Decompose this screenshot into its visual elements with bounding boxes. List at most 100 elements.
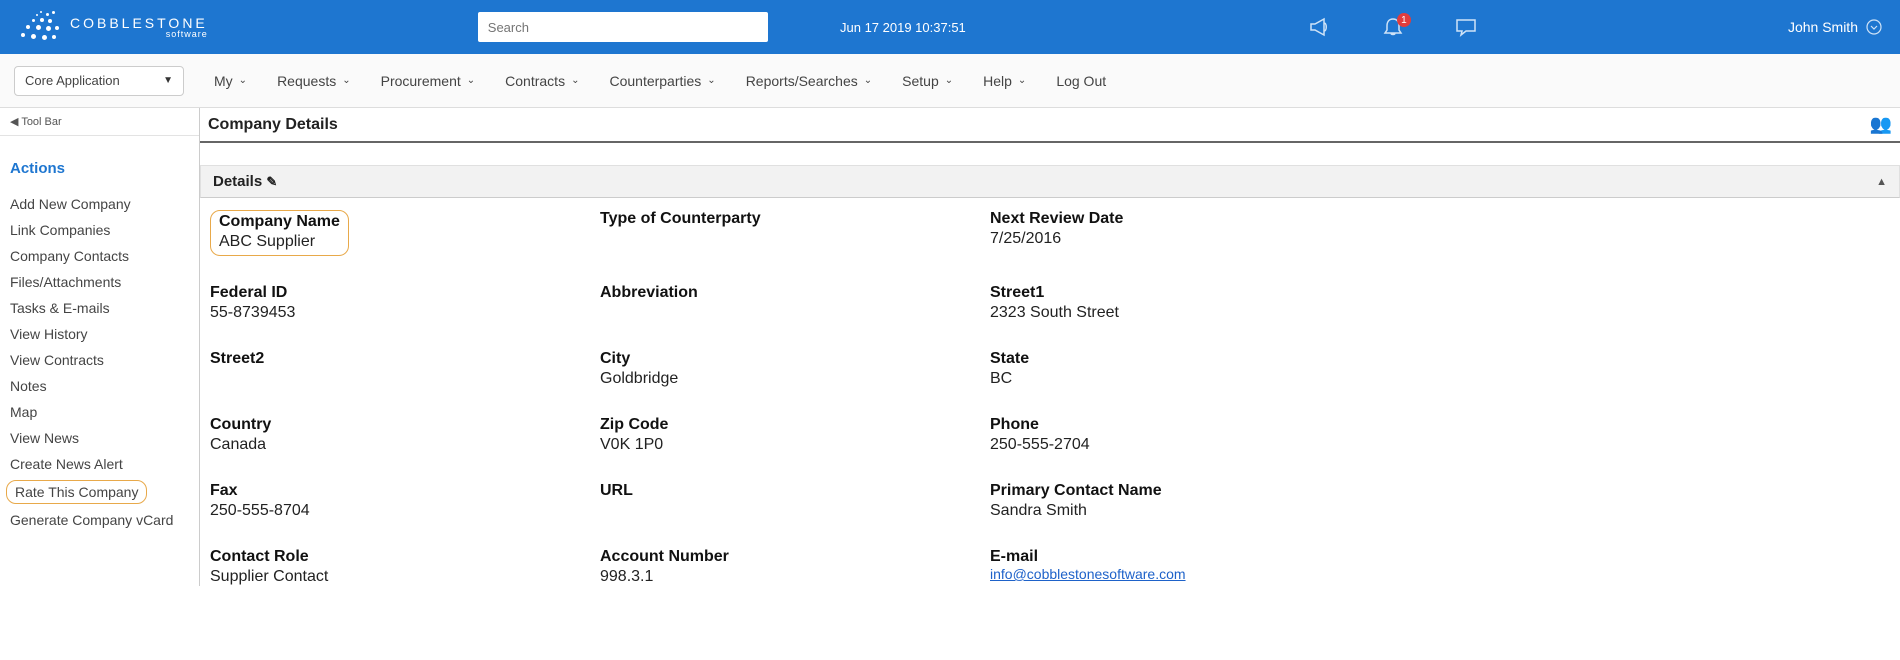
url-label: URL — [600, 482, 980, 500]
chevron-down-icon: ⌄ — [239, 75, 247, 86]
search-box — [478, 12, 768, 42]
menu-contracts[interactable]: Contracts⌄ — [505, 73, 579, 89]
user-menu[interactable]: John Smith — [1788, 19, 1882, 35]
details-grid: Company Name ABC Supplier Type of Counte… — [200, 198, 1900, 586]
app-selector-label: Core Application — [25, 73, 120, 88]
street1-label: Street1 — [990, 284, 1370, 302]
zip-value: V0K 1P0 — [600, 436, 980, 454]
logo-icon — [18, 9, 60, 45]
toolbar-toggle[interactable]: ◀ Tool Bar — [0, 108, 199, 136]
sidebar-view-contracts[interactable]: View Contracts — [0, 347, 114, 373]
type-label: Type of Counterparty — [600, 210, 980, 228]
field-contact-role: Contact Role Supplier Contact — [210, 548, 590, 586]
app-selector[interactable]: Core Application ▼ — [14, 66, 184, 96]
city-value: Goldbridge — [600, 370, 980, 388]
sidebar-title: Actions — [0, 136, 199, 191]
sidebar-link-companies[interactable]: Link Companies — [0, 217, 120, 243]
menu-bar: Core Application ▼ My⌄ Requests⌄ Procure… — [0, 54, 1900, 108]
menu-setup[interactable]: Setup⌄ — [902, 73, 953, 89]
chevron-down-icon — [1866, 19, 1882, 35]
collapse-icon[interactable]: ▲ — [1876, 176, 1887, 188]
sidebar-view-news[interactable]: View News — [0, 425, 89, 451]
field-country: Country Canada — [210, 416, 590, 454]
field-account-number: Account Number 998.3.1 — [600, 548, 980, 586]
pencil-icon[interactable]: ✎ — [266, 174, 277, 189]
field-primary-contact: Primary Contact Name Sandra Smith — [990, 482, 1370, 520]
logo-text: COBBLESTONE software — [70, 16, 208, 39]
chevron-down-icon: ⌄ — [1018, 75, 1026, 86]
sidebar-rate-this-company[interactable]: Rate This Company — [6, 480, 147, 504]
next-review-label: Next Review Date — [990, 210, 1370, 228]
field-type-counterparty: Type of Counterparty — [600, 210, 980, 256]
field-street1: Street1 2323 South Street — [990, 284, 1370, 322]
notification-badge: 1 — [1397, 13, 1411, 27]
phone-value: 250-555-2704 — [990, 436, 1370, 454]
country-value: Canada — [210, 436, 590, 454]
sidebar-generate-vcard[interactable]: Generate Company vCard — [0, 507, 183, 533]
field-phone: Phone 250-555-2704 — [990, 416, 1370, 454]
user-name: John Smith — [1788, 19, 1858, 35]
field-federal-id: Federal ID 55-8739453 — [210, 284, 590, 322]
chevron-down-icon: ⌄ — [467, 75, 475, 86]
top-bar: COBBLESTONE software Jun 17 2019 10:37:5… — [0, 0, 1900, 54]
content: Company Details 👥 Details ✎ ▲ Company Na… — [200, 108, 1900, 586]
email-link[interactable]: info@cobblestonesoftware.com — [990, 566, 1186, 582]
announce-icon[interactable] — [1308, 16, 1332, 38]
sidebar-map[interactable]: Map — [0, 399, 47, 425]
details-panel-header[interactable]: Details ✎ ▲ — [200, 165, 1900, 198]
chevron-down-icon: ⌄ — [945, 75, 953, 86]
menu-requests[interactable]: Requests⌄ — [277, 73, 351, 89]
phone-label: Phone — [990, 416, 1370, 434]
sidebar-add-new-company[interactable]: Add New Company — [0, 191, 141, 217]
street2-label: Street2 — [210, 350, 590, 368]
chevron-down-icon: ⌄ — [342, 75, 350, 86]
field-email: E-mail info@cobblestonesoftware.com — [990, 548, 1370, 586]
sidebar-view-history[interactable]: View History — [0, 321, 98, 347]
account-number-label: Account Number — [600, 548, 980, 566]
abbreviation-label: Abbreviation — [600, 284, 980, 302]
caret-down-icon: ▼ — [163, 75, 173, 86]
state-value: BC — [990, 370, 1370, 388]
sidebar-create-news-alert[interactable]: Create News Alert — [0, 451, 133, 477]
chat-icon[interactable] — [1454, 16, 1478, 38]
menu-logout[interactable]: Log Out — [1056, 73, 1106, 89]
menu-reports[interactable]: Reports/Searches⌄ — [746, 73, 872, 89]
chevron-down-icon: ⌄ — [864, 75, 872, 86]
search-input[interactable] — [478, 12, 768, 42]
contact-role-label: Contact Role — [210, 548, 590, 566]
email-label: E-mail — [990, 548, 1370, 566]
federal-id-value: 55-8739453 — [210, 304, 590, 322]
field-company-name: Company Name ABC Supplier — [210, 210, 590, 256]
field-fax: Fax 250-555-8704 — [210, 482, 590, 520]
street1-value: 2323 South Street — [990, 304, 1370, 322]
field-street2: Street2 — [210, 350, 590, 388]
sidebar-notes[interactable]: Notes — [0, 373, 57, 399]
sidebar: ◀ Tool Bar Actions Add New Company Link … — [0, 108, 200, 586]
people-icon[interactable]: 👥 — [1870, 114, 1892, 135]
city-label: City — [600, 350, 980, 368]
logo-sub: software — [70, 30, 208, 39]
primary-contact-label: Primary Contact Name — [990, 482, 1370, 500]
menu-my[interactable]: My⌄ — [214, 73, 247, 89]
contact-role-value: Supplier Contact — [210, 568, 590, 586]
sidebar-files-attachments[interactable]: Files/Attachments — [0, 269, 131, 295]
company-name-value: ABC Supplier — [219, 233, 340, 251]
sidebar-tasks-emails[interactable]: Tasks & E-mails — [0, 295, 120, 321]
bell-icon[interactable]: 1 — [1382, 16, 1404, 38]
field-zip: Zip Code V0K 1P0 — [600, 416, 980, 454]
logo[interactable]: COBBLESTONE software — [18, 9, 208, 45]
field-state: State BC — [990, 350, 1370, 388]
fax-label: Fax — [210, 482, 590, 500]
field-url: URL — [600, 482, 980, 520]
field-abbreviation: Abbreviation — [600, 284, 980, 322]
sidebar-company-contacts[interactable]: Company Contacts — [0, 243, 139, 269]
field-next-review: Next Review Date 7/25/2016 — [990, 210, 1370, 256]
federal-id-label: Federal ID — [210, 284, 590, 302]
menu-help[interactable]: Help⌄ — [983, 73, 1026, 89]
chevron-down-icon: ⌄ — [571, 75, 579, 86]
menu-counterparties[interactable]: Counterparties⌄ — [609, 73, 715, 89]
state-label: State — [990, 350, 1370, 368]
account-number-value: 998.3.1 — [600, 568, 980, 586]
menu-procurement[interactable]: Procurement⌄ — [381, 73, 476, 89]
primary-contact-value: Sandra Smith — [990, 502, 1370, 520]
